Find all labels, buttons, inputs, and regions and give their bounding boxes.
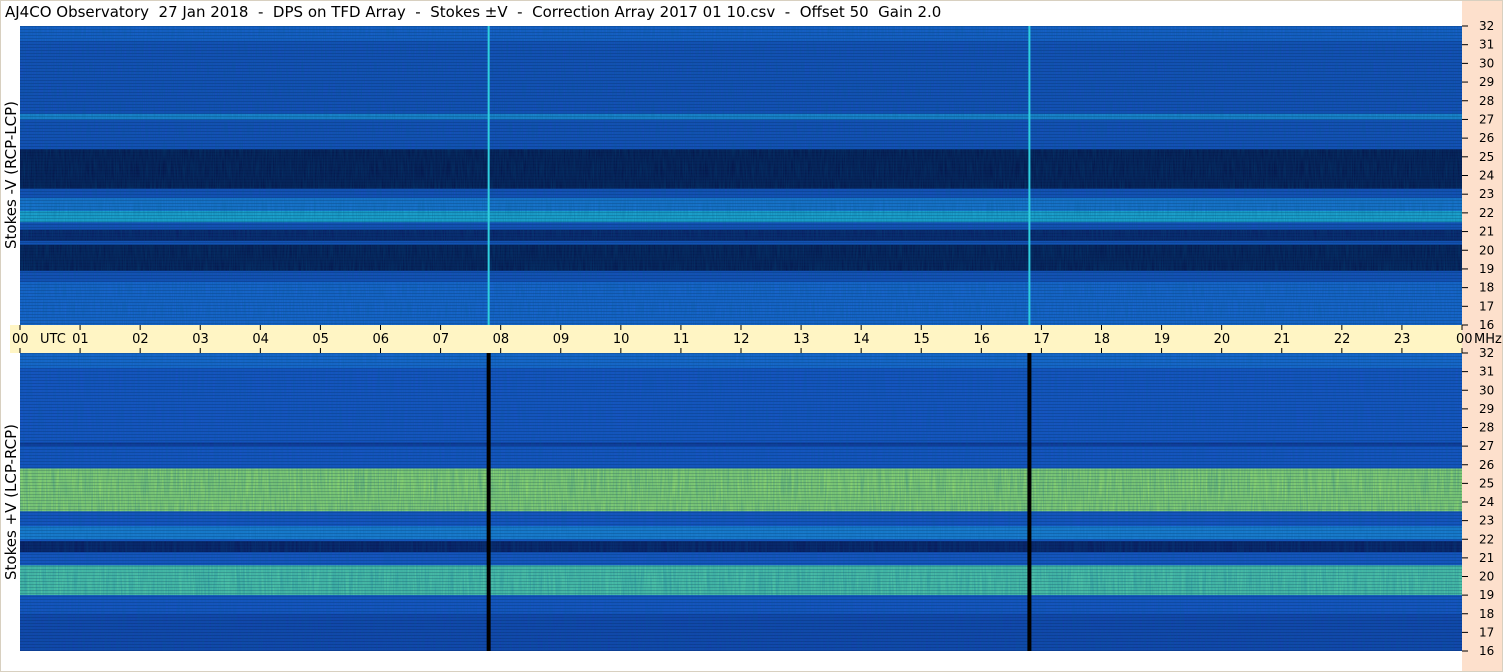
x-tick-label: 23	[1394, 332, 1411, 347]
x-tick-label: 04	[252, 332, 269, 347]
x-tick-label: 21	[1274, 332, 1291, 347]
x-tick-label: 08	[493, 332, 510, 347]
x-tick-label: 13	[793, 332, 810, 347]
x-tick-label: 17	[1033, 332, 1050, 347]
bottom-y-tick-label: 25	[1479, 476, 1494, 490]
top-y-tick-label: 23	[1479, 187, 1494, 201]
x-tick-label: 00	[1456, 332, 1473, 347]
x-tick-label: 16	[973, 332, 990, 347]
bottom-y-tick-label: 21	[1479, 551, 1494, 565]
top-y-tick-label: 21	[1479, 225, 1494, 239]
bottom-y-tick-label: 24	[1479, 495, 1494, 509]
x-tick-label: 18	[1094, 332, 1111, 347]
top-noise	[20, 26, 1462, 325]
x-tick-label: 20	[1214, 332, 1231, 347]
top-y-tick-label: 24	[1479, 169, 1494, 183]
x-tick-label: 11	[673, 332, 690, 347]
x-tick-label: 22	[1334, 332, 1351, 347]
bottom-y-tick-label: 16	[1479, 644, 1494, 658]
top-y-tick-label: 31	[1479, 38, 1494, 52]
bottom-y-tick-label: 32	[1479, 346, 1494, 360]
top-y-tick-label: 16	[1479, 318, 1494, 332]
bottom-y-tick-label: 19	[1479, 588, 1494, 602]
bottom-y-tick-label: 27	[1479, 439, 1494, 453]
x-tick-label: 03	[192, 332, 209, 347]
bottom-y-tick-label: 17	[1479, 625, 1494, 639]
x-tick-label: 07	[433, 332, 450, 347]
bottom-y-tick-label: 26	[1479, 458, 1494, 472]
top-y-tick-label: 29	[1479, 75, 1494, 89]
bottom-panel	[20, 353, 1462, 651]
top-y-tick-label: 19	[1479, 262, 1494, 276]
bottom-y-tick-label: 23	[1479, 514, 1494, 528]
x-tick-label: 14	[853, 332, 870, 347]
y-axis-unit-label: MHz	[1474, 332, 1502, 347]
bottom-noise	[20, 353, 1462, 651]
top-y-tick-label: 22	[1479, 206, 1494, 220]
x-tick-label: 19	[1154, 332, 1171, 347]
top-y-tick-label: 30	[1479, 56, 1494, 70]
x-axis-unit-label: UTC	[40, 332, 66, 347]
top-y-tick-label: 18	[1479, 281, 1494, 295]
top-panel	[20, 26, 1462, 325]
bottom-y-tick-label: 28	[1479, 421, 1494, 435]
x-tick-label: 15	[913, 332, 930, 347]
x-tick-label: 00	[12, 332, 29, 347]
top-y-tick-label: 28	[1479, 94, 1494, 108]
x-tick-label: 02	[132, 332, 149, 347]
top-y-tick-label: 26	[1479, 131, 1494, 145]
top-y-tick-label: 17	[1479, 299, 1494, 313]
bottom-y-tick-label: 29	[1479, 402, 1494, 416]
bottom-y-tick-label: 20	[1479, 570, 1494, 584]
bottom-y-tick-label: 31	[1479, 365, 1494, 379]
bottom-y-tick-label: 22	[1479, 532, 1494, 546]
top-y-tick-label: 27	[1479, 112, 1494, 126]
spectrogram-chart: 00 01 02 03 04 05 06 07 08 09 10 11 12 13 14 15 16 17 18 19…	[0, 0, 1503, 672]
x-tick-label: 09	[553, 332, 570, 347]
top-y-tick-label: 20	[1479, 243, 1494, 257]
x-tick-label: 06	[373, 332, 390, 347]
x-tick-label: 12	[733, 332, 750, 347]
x-tick-label: 10	[613, 332, 630, 347]
bottom-y-tick-label: 30	[1479, 383, 1494, 397]
top-y-tick-label: 25	[1479, 150, 1494, 164]
bottom-y-tick-label: 18	[1479, 607, 1494, 621]
x-tick-label: 01	[72, 332, 89, 347]
x-tick-label: 05	[312, 332, 329, 347]
top-y-tick-label: 32	[1479, 19, 1494, 33]
